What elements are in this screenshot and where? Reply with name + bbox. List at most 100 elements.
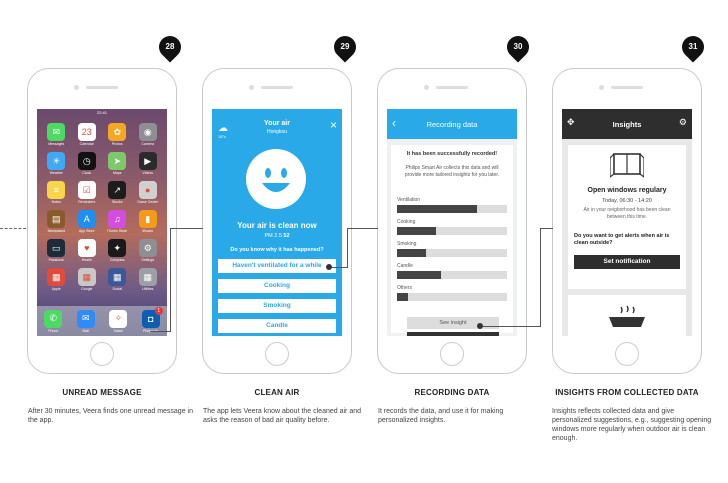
- app-clock[interactable]: ◷ Clock: [72, 152, 103, 175]
- bar-label: Candle: [397, 263, 413, 269]
- safari-icon: ✧: [109, 309, 128, 328]
- phone-frame-2: ☁ 18°c Your air Hongkou × Your air is cl…: [202, 68, 352, 374]
- google-folder-icon: ▦: [77, 268, 96, 286]
- bar-fill-candle: [397, 271, 441, 279]
- app-label: Weather: [49, 171, 63, 175]
- app-label: Phone: [48, 328, 59, 333]
- lead-in-dashes: [0, 228, 26, 229]
- app-app-store[interactable]: A App Store: [72, 210, 103, 233]
- option-smoking[interactable]: Smoking: [218, 299, 336, 313]
- bar-label: Cooking: [397, 219, 416, 225]
- step-30-title: RECORDING DATA: [414, 388, 490, 397]
- reason-question: Do you know why it has happened?: [230, 247, 324, 253]
- stocks-icon: ↗: [108, 181, 127, 199]
- app-label: Utilities: [142, 287, 154, 291]
- app-philips-air[interactable]: ◘ Philips Air 1: [141, 306, 163, 333]
- app-compass[interactable]: ✦ Compass: [102, 239, 133, 262]
- camera-dot: [599, 85, 604, 90]
- home-button[interactable]: [265, 342, 289, 366]
- option-candle[interactable]: Candle: [218, 319, 336, 333]
- connector-1-2: [150, 331, 170, 333]
- app-game-center[interactable]: ● Game Center: [133, 181, 164, 204]
- step-28-text: After 30 minutes, Veera finds one unread…: [28, 408, 193, 424]
- see-insight-button[interactable]: See insight: [407, 317, 499, 329]
- step-badge-31: 31: [677, 31, 709, 63]
- pm-value: 52: [283, 233, 290, 239]
- home-button[interactable]: [615, 342, 639, 366]
- app-mail[interactable]: ✉ Mail: [76, 309, 95, 333]
- app-apple[interactable]: ▦ Apple: [41, 268, 72, 291]
- set-notification-label: Set notification: [603, 258, 651, 265]
- gear-icon[interactable]: ⚙: [679, 117, 687, 128]
- apple-folder-icon: ▦: [47, 268, 66, 286]
- app-label: Notes: [51, 200, 61, 204]
- success-message: It has been successfully recorded!: [406, 151, 498, 157]
- phone-frame-1: 22:41 ✉ Messages 23 Calendar ✿ Photos ◉ Camera ☀…: [27, 68, 177, 374]
- connector-3-4-top: [540, 228, 553, 229]
- app-itunes-store[interactable]: ♫ iTunes Store: [102, 210, 133, 233]
- app-label: Photos: [111, 142, 123, 146]
- app-reminders[interactable]: ☑ Reminders: [72, 181, 103, 204]
- app-health[interactable]: ♥ Health: [72, 239, 103, 262]
- weather-icon: ☀: [47, 152, 66, 170]
- home-button[interactable]: [90, 342, 114, 366]
- app-label: Maps: [112, 171, 122, 175]
- app-notes[interactable]: ≡ Notes: [41, 181, 72, 204]
- air-status: Your air is clean now: [237, 221, 317, 230]
- app-stocks[interactable]: ↗ Stocks: [102, 181, 133, 204]
- newsstand-icon: ▤: [47, 210, 66, 228]
- recording-title: Recording data: [426, 120, 478, 129]
- option-cooking[interactable]: Cooking: [218, 279, 336, 293]
- app-label: iBooks: [142, 229, 153, 233]
- app-label: Health: [81, 258, 92, 262]
- bar-fill-others: [397, 293, 408, 301]
- app-passbook[interactable]: ▭ Passbook: [41, 239, 72, 262]
- app-ibooks[interactable]: ▮ iBooks: [133, 210, 164, 233]
- ibooks-icon: ▮: [138, 210, 157, 228]
- insights-screen: ✥ Insights ⚙ Open windows regulary Today…: [562, 109, 692, 336]
- app-videos[interactable]: ▶ Videos: [133, 152, 164, 175]
- notes-icon: ≡: [47, 181, 66, 199]
- window-icon: [610, 153, 644, 178]
- close-icon[interactable]: ×: [330, 119, 337, 131]
- app-safari[interactable]: ✧ Safari: [109, 309, 128, 333]
- step-28-title: UNREAD MESSAGE: [62, 388, 142, 397]
- app-maps[interactable]: ➤ Maps: [102, 152, 133, 175]
- app-social[interactable]: ▦ Social: [102, 268, 133, 291]
- photos-icon: ✿: [108, 123, 127, 141]
- step-29-text: The app lets Veera know about the cleane…: [203, 408, 361, 424]
- bar-track: [397, 293, 507, 301]
- notification-badge: 1: [154, 306, 163, 315]
- pm-label: PM 2.5: [264, 233, 282, 239]
- app-label: iTunes Store: [107, 229, 128, 233]
- app-newsstand[interactable]: ▤ Newsstand: [41, 210, 72, 233]
- bar-fill-cooking: [397, 227, 436, 235]
- connector-3-4: [480, 326, 540, 327]
- app-settings[interactable]: ⚙ Settings: [133, 239, 164, 262]
- step-badge-30: 30: [502, 31, 534, 63]
- app-phone[interactable]: ✆ Phone: [44, 309, 63, 333]
- recording-screen: ‹ Recording data It has been successfull…: [387, 109, 517, 336]
- option-not-ventilated[interactable]: Haven't ventilated for a while: [218, 259, 336, 273]
- app-weather[interactable]: ☀ Weather: [41, 152, 72, 175]
- app-camera[interactable]: ◉ Camera: [133, 123, 164, 146]
- app-calendar[interactable]: 23 Calendar: [72, 123, 103, 146]
- app-utilities[interactable]: ▦ Utilities: [133, 268, 164, 291]
- insights-title: Insights: [612, 120, 642, 129]
- app-google[interactable]: ▦ Google: [72, 268, 103, 291]
- connector-2-3: [331, 267, 347, 268]
- message-icon: ✉: [47, 123, 66, 141]
- home-button[interactable]: [440, 342, 464, 366]
- set-notification-button[interactable]: Set notification: [574, 255, 680, 269]
- app-photos[interactable]: ✿ Photos: [102, 123, 133, 146]
- description: Philips Smart Air collects this data and…: [404, 165, 500, 178]
- app-label: Settings: [141, 258, 155, 262]
- passbook-icon: ▭: [47, 239, 66, 257]
- game-center-icon: ●: [138, 181, 157, 199]
- app-messages[interactable]: ✉ Messages: [41, 123, 72, 146]
- calendar-icon: 23: [77, 123, 96, 141]
- connector-3-4-vertical: [540, 228, 541, 327]
- alert-question: Do you want to get alerts when air is cl…: [574, 233, 670, 246]
- camera-dot: [74, 85, 79, 90]
- health-icon: ♥: [77, 239, 96, 257]
